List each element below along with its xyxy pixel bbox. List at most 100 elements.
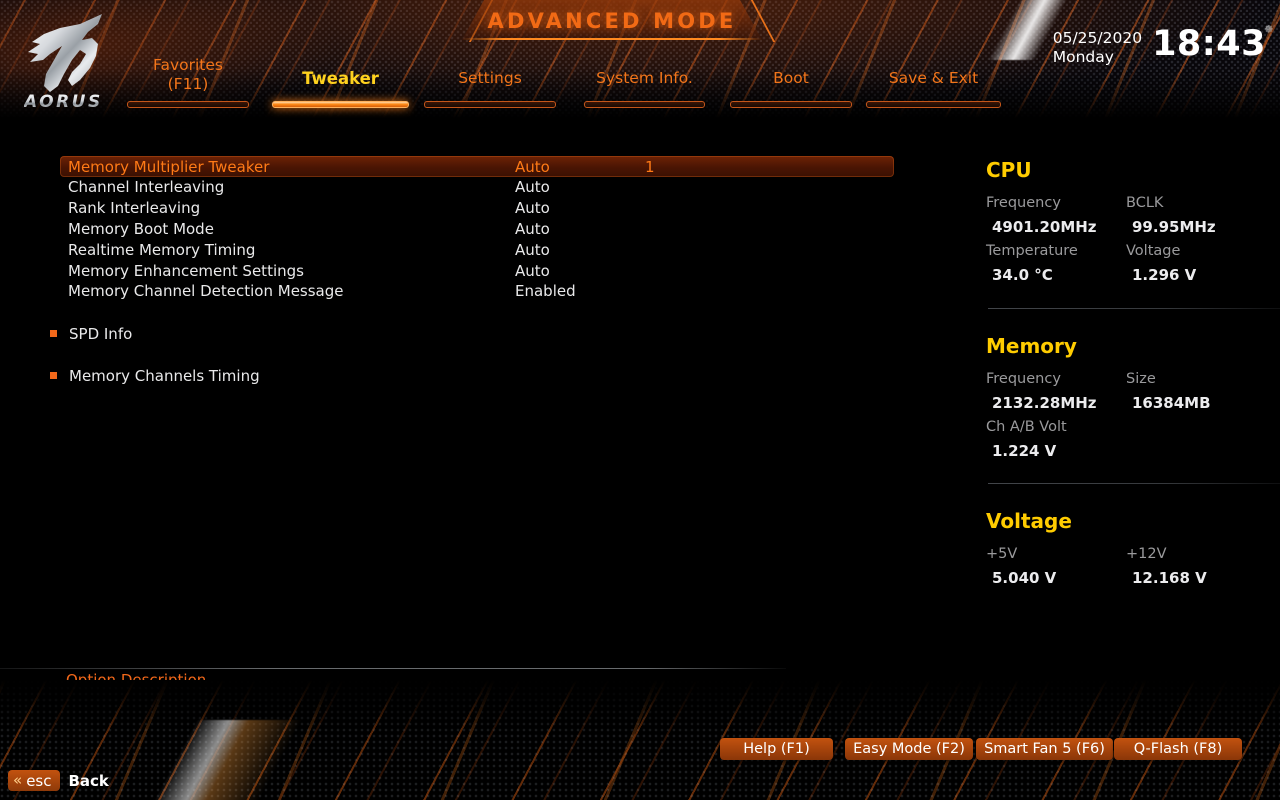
tab-tweaker[interactable]: Tweaker	[272, 56, 409, 108]
esc-key-label: esc	[26, 771, 52, 790]
tab-underline	[866, 101, 1001, 108]
tab-underline	[424, 101, 556, 108]
tab-sublabel: (F11)	[167, 75, 209, 93]
setting-extra-value: 1	[645, 157, 655, 176]
setting-name: Rank Interleaving	[68, 199, 201, 218]
monitor-label: Frequency	[986, 371, 1061, 387]
monitor-label: Size	[1126, 371, 1156, 387]
tab-underline	[127, 101, 249, 108]
setting-value: Auto	[515, 157, 550, 176]
setting-name: Memory Channel Detection Message	[68, 282, 344, 301]
monitor-label: +5V	[986, 546, 1018, 562]
monitor-cell-left: Ch A/B Volt 1.224 V	[986, 416, 1126, 464]
tab-underline	[272, 101, 409, 108]
monitor-row: Ch A/B Volt 1.224 V	[986, 416, 1266, 464]
tab-settings[interactable]: Settings	[424, 56, 556, 108]
monitor-label: Frequency	[986, 195, 1061, 211]
tab-underline	[730, 101, 852, 108]
setting-name: Memory Boot Mode	[68, 219, 214, 238]
setting-value: Auto	[515, 240, 550, 259]
monitor-row: Temperature 34.0 °C Voltage 1.296 V	[986, 240, 1266, 288]
setting-row[interactable]: Memory Multiplier Tweaker Auto 1	[60, 156, 894, 177]
header-bar: AORUS ADVANCED MODE 05/25/2020 Monday 18…	[0, 0, 1280, 118]
tab-label: Tweaker	[302, 69, 379, 88]
panel-divider	[988, 483, 1280, 484]
advanced-mode-title: ADVANCED MODE	[487, 9, 737, 33]
setting-row[interactable]: Memory Enhancement Settings Auto	[60, 260, 894, 281]
monitor-label: Voltage	[1126, 243, 1181, 259]
monitor-cell-right: Voltage 1.296 V	[1126, 240, 1266, 288]
monitor-label: Temperature	[986, 243, 1078, 259]
function-key-label: Help (F1)	[743, 741, 810, 757]
monitor-label: BCLK	[1126, 195, 1164, 211]
monitor-value: 16384MB	[1132, 394, 1211, 412]
setting-row[interactable]: Channel Interleaving Auto	[60, 177, 894, 198]
setting-value: Auto	[515, 199, 550, 218]
monitor-cell-right: BCLK 99.95MHz	[1126, 192, 1266, 240]
back-label: Back	[68, 771, 109, 790]
monitor-value: 5.040 V	[992, 569, 1057, 587]
monitor-panel-cpu: CPU Frequency 4901.20MHz BCLK 99.95MHz Temper…	[986, 158, 1266, 288]
setting-row[interactable]: Rank Interleaving Auto	[60, 198, 894, 219]
setting-value: Auto	[515, 178, 550, 197]
monitor-value: 99.95MHz	[1132, 218, 1216, 236]
tab-label: Boot	[773, 69, 809, 87]
panel-title: Voltage	[986, 509, 1072, 533]
panel-title: CPU	[986, 158, 1032, 182]
tab-save-exit[interactable]: Save & Exit	[866, 56, 1001, 108]
option-description-divider	[0, 668, 786, 669]
panel-divider	[988, 308, 1280, 309]
monitor-value: 34.0 °C	[992, 266, 1053, 284]
function-key-help-f1[interactable]: Help (F1)	[720, 738, 833, 760]
submenu-item[interactable]: SPD Info	[50, 323, 132, 344]
function-key-q-flash-f8[interactable]: Q-Flash (F8)	[1114, 738, 1242, 760]
content-area: Memory Multiplier Tweaker Auto 1 Channel In…	[0, 118, 1280, 689]
setting-value: Enabled	[515, 282, 576, 301]
setting-name: Memory Enhancement Settings	[68, 261, 304, 280]
esc-key-button[interactable]: « esc	[8, 770, 61, 791]
monitor-panel-voltage: Voltage +5V 5.040 V +12V 12.168 V	[986, 509, 1266, 591]
chevron-left-icon: «	[13, 771, 23, 789]
monitor-row: +5V 5.040 V +12V 12.168 V	[986, 543, 1266, 591]
clock-date: 05/25/2020	[1052, 29, 1143, 47]
monitor-value: 1.296 V	[1132, 266, 1197, 284]
monitor-cell-right	[1126, 416, 1266, 464]
setting-name: Realtime Memory Timing	[68, 240, 256, 259]
tab-boot[interactable]: Boot	[730, 56, 852, 108]
monitor-row: Frequency 4901.20MHz BCLK 99.95MHz	[986, 192, 1266, 240]
monitor-value: 12.168 V	[1132, 569, 1207, 587]
main-nav-tabs: Favorites (F11) Tweaker Settings System Info…	[0, 56, 1280, 108]
tab-label: Save & Exit	[888, 69, 979, 87]
bios-advanced-mode-screen: AORUS ADVANCED MODE 05/25/2020 Monday 18…	[0, 0, 1280, 800]
settings-list: Memory Multiplier Tweaker Auto 1 Channel In…	[0, 118, 960, 680]
setting-value: Auto	[515, 219, 550, 238]
monitor-value: 4901.20MHz	[992, 218, 1097, 236]
monitor-cell-right: Size 16384MB	[1126, 368, 1266, 416]
setting-row[interactable]: Realtime Memory Timing Auto	[60, 239, 894, 260]
monitor-value: 1.224 V	[992, 442, 1057, 460]
tab-system-info[interactable]: System Info.	[584, 56, 705, 108]
tab-label: Favorites	[152, 56, 223, 74]
submenu-item[interactable]: Memory Channels Timing	[50, 365, 260, 386]
monitor-panel-memory: Memory Frequency 2132.28MHz Size 16384MB Ch A…	[986, 334, 1266, 464]
function-key-label: Smart Fan 5 (F6)	[984, 741, 1105, 757]
gear-icon[interactable]	[1262, 22, 1274, 34]
setting-row[interactable]: Memory Channel Detection Message Enabled	[60, 281, 894, 302]
monitor-cell-left: +5V 5.040 V	[986, 543, 1126, 591]
monitor-cell-left: Temperature 34.0 °C	[986, 240, 1126, 288]
function-key-label: Q-Flash (F8)	[1133, 741, 1223, 757]
square-bullet-icon	[50, 330, 57, 337]
setting-name: Channel Interleaving	[68, 178, 225, 197]
panel-title: Memory	[986, 334, 1077, 358]
setting-value: Auto	[515, 261, 550, 280]
setting-row[interactable]: Memory Boot Mode Auto	[60, 218, 894, 239]
tab-favorites[interactable]: Favorites (F11)	[127, 56, 249, 108]
function-key-easy-mode-f2[interactable]: Easy Mode (F2)	[845, 738, 973, 760]
monitor-label: +12V	[1126, 546, 1167, 562]
submenu-label: SPD Info	[69, 324, 133, 343]
monitor-row: Frequency 2132.28MHz Size 16384MB	[986, 368, 1266, 416]
monitor-cell-left: Frequency 2132.28MHz	[986, 368, 1126, 416]
hardware-monitor-sidebar: CPU Frequency 4901.20MHz BCLK 99.95MHz Temper…	[960, 118, 1280, 680]
function-key-smart-fan-5-f6[interactable]: Smart Fan 5 (F6)	[976, 738, 1113, 760]
esc-back-control[interactable]: « esc Back	[8, 770, 109, 791]
